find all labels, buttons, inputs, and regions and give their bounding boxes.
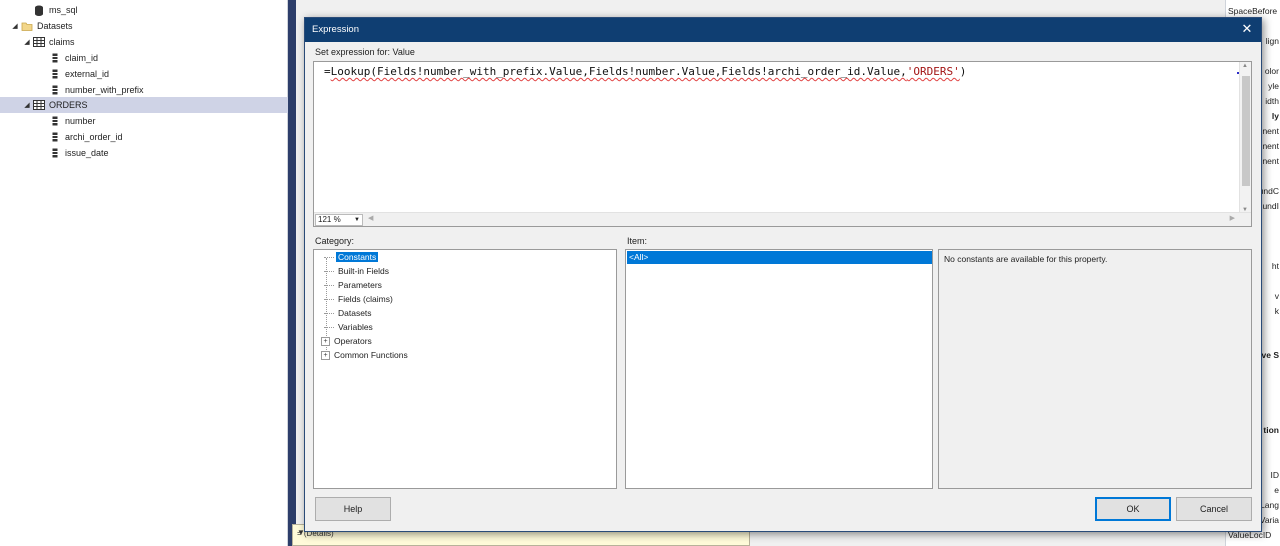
- designer-edge: [288, 0, 296, 546]
- tree-item-label: claim_id: [65, 53, 99, 63]
- table-icon: [32, 99, 46, 111]
- tree-item-field[interactable]: number_with_prefix: [0, 82, 288, 98]
- close-icon[interactable]: ✕: [1239, 21, 1255, 37]
- tree-item-label: claims: [49, 37, 75, 47]
- collapse-triangle-icon[interactable]: ◢: [22, 101, 32, 109]
- tree-item-label: archi_order_id: [65, 132, 123, 142]
- expression-suffix: ): [959, 65, 967, 78]
- field-icon: [48, 131, 62, 143]
- expression-string-literal: 'ORDERS': [906, 65, 960, 78]
- scroll-up-icon[interactable]: ▲: [1242, 63, 1248, 69]
- description-panel: No constants are available for this prop…: [938, 249, 1252, 489]
- help-button[interactable]: Help: [315, 497, 391, 521]
- description-text: No constants are available for this prop…: [944, 254, 1108, 264]
- zoom-value: 121 %: [318, 215, 341, 224]
- tree-item-label: number: [65, 116, 96, 126]
- dialog-title: Expression: [312, 24, 359, 35]
- vertical-scrollbar[interactable]: ▲ ▼: [1239, 62, 1251, 214]
- field-icon: [48, 115, 62, 127]
- expression-dialog: Expression ✕ Set expression for: Value =…: [304, 17, 1262, 532]
- tree-item-field[interactable]: external_id: [0, 66, 288, 82]
- expression-text[interactable]: =Lookup(Fields!number_with_prefix.Value,…: [324, 65, 966, 78]
- tree-item-field[interactable]: archi_order_id: [0, 129, 288, 145]
- tree-item-dataset-claims[interactable]: ◢ claims: [0, 34, 288, 50]
- expand-plus-icon[interactable]: +: [321, 350, 330, 360]
- expand-plus-icon[interactable]: +: [321, 336, 330, 346]
- category-variables[interactable]: Variables: [324, 320, 375, 334]
- scroll-left-icon[interactable]: ◀: [368, 214, 373, 222]
- item-all[interactable]: <All>: [627, 251, 932, 264]
- chevron-down-icon[interactable]: ▼: [354, 215, 360, 225]
- tree-item-dataset-orders[interactable]: ◢ ORDERS: [0, 97, 288, 113]
- tree-item-label: external_id: [65, 69, 110, 79]
- tree-item-label: ORDERS: [49, 100, 88, 110]
- tree-item-label: ms_sql: [49, 5, 78, 15]
- table-icon: [32, 36, 46, 48]
- category-fields[interactable]: Fields (claims): [324, 292, 395, 306]
- category-label: Category:: [315, 236, 355, 246]
- expression-prefix: =: [324, 65, 331, 78]
- folder-icon: [20, 20, 34, 32]
- category-parameters[interactable]: Parameters: [324, 278, 384, 292]
- editor-bottom-bar: 121 % ▼ ◀ ▶: [314, 212, 1251, 226]
- collapse-triangle-icon[interactable]: ◢: [10, 22, 20, 30]
- expression-editor[interactable]: =Lookup(Fields!number_with_prefix.Value,…: [313, 61, 1252, 227]
- field-icon: [48, 68, 62, 80]
- tree-item-field[interactable]: claim_id: [0, 50, 288, 66]
- tree-item-datasets-folder[interactable]: ◢ Datasets: [0, 18, 288, 34]
- category-constants[interactable]: Constants: [324, 250, 379, 264]
- zoom-select[interactable]: 121 % ▼: [315, 214, 363, 226]
- tree-item-label: Datasets: [37, 21, 73, 31]
- category-operators[interactable]: + Operators: [321, 334, 374, 348]
- scroll-right-icon[interactable]: ▶: [1230, 214, 1235, 222]
- category-tree[interactable]: Constants Built-in Fields Parameters Fie…: [313, 249, 617, 489]
- database-icon: [32, 4, 46, 16]
- tree-item-data-source[interactable]: ms_sql: [0, 2, 288, 18]
- field-icon: [48, 147, 62, 159]
- category-datasets[interactable]: Datasets: [324, 306, 374, 320]
- category-common-functions[interactable]: + Common Functions: [321, 348, 410, 362]
- tree-item-label: number_with_prefix: [65, 85, 144, 95]
- collapse-triangle-icon[interactable]: ◢: [22, 38, 32, 46]
- field-icon: [48, 84, 62, 96]
- field-icon: [48, 52, 62, 64]
- tree-item-label: issue_date: [65, 148, 109, 158]
- tree-item-field[interactable]: issue_date: [0, 145, 288, 161]
- tree-item-field[interactable]: number: [0, 113, 288, 129]
- dialog-titlebar[interactable]: Expression ✕: [305, 18, 1261, 42]
- expression-code: Lookup(Fields!number_with_prefix.Value,F…: [330, 65, 907, 78]
- item-list[interactable]: <All>: [625, 249, 933, 489]
- cancel-button[interactable]: Cancel: [1176, 497, 1252, 521]
- scrollbar-thumb[interactable]: [1242, 76, 1250, 186]
- item-label: Item:: [627, 236, 648, 246]
- category-built-in-fields[interactable]: Built-in Fields: [324, 264, 391, 278]
- set-expression-label: Set expression for: Value: [315, 47, 415, 57]
- ok-button[interactable]: OK: [1095, 497, 1171, 521]
- report-data-pane: ms_sql ◢ Datasets ◢ claims claim_id exte…: [0, 0, 288, 546]
